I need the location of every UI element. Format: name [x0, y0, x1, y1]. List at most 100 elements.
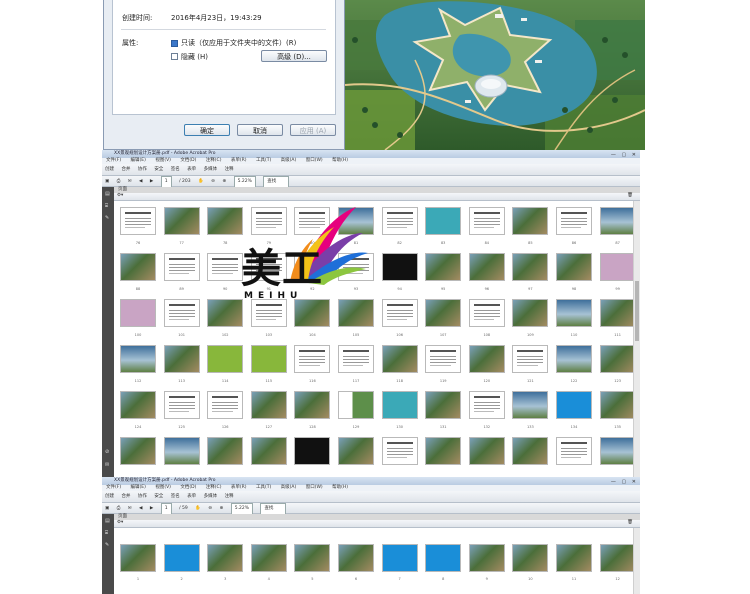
prev-page-icon[interactable]: ◀	[139, 177, 142, 187]
page-thumbnail[interactable]	[294, 437, 331, 465]
next-page-icon[interactable]: ▶	[150, 504, 153, 514]
menu-comments[interactable]: 注释(C)	[206, 158, 222, 163]
page-thumbnail[interactable]	[425, 391, 462, 419]
zoom-in-icon[interactable]: ⊕	[219, 504, 223, 514]
page-thumbnail[interactable]	[381, 544, 418, 572]
page-thumbnail[interactable]	[163, 345, 200, 373]
scroll-thumb[interactable]	[635, 281, 639, 341]
page-thumbnail[interactable]	[425, 345, 462, 373]
page-thumbnail[interactable]	[381, 253, 418, 281]
ok-button[interactable]: 确定	[184, 124, 230, 136]
page-thumbnail[interactable]	[556, 253, 592, 281]
page-thumbnail[interactable]	[425, 437, 462, 465]
page-thumbnail[interactable]	[381, 345, 418, 373]
create-button[interactable]: 创建	[105, 491, 114, 502]
page-thumbnail[interactable]	[120, 299, 156, 327]
zoom-out-icon[interactable]: ⊖	[208, 504, 212, 514]
page-thumbnail[interactable]	[468, 544, 505, 572]
options-icon[interactable]: ⚙▾	[117, 520, 123, 525]
page-thumbnail[interactable]	[512, 253, 549, 281]
page-thumbnail[interactable]	[425, 207, 462, 235]
prev-page-icon[interactable]: ◀	[139, 504, 142, 514]
page-thumbnail[interactable]	[556, 299, 592, 327]
cancel-button[interactable]: 取消	[237, 124, 283, 136]
page-thumbnail[interactable]	[250, 391, 287, 419]
menu-tools[interactable]: 工具(T)	[256, 485, 271, 490]
menu-file[interactable]: 文件(F)	[106, 158, 121, 163]
delete-icon[interactable]: 🗑	[627, 520, 633, 525]
page-thumbnail[interactable]	[163, 544, 200, 572]
menu-forms[interactable]: 表单(R)	[231, 485, 247, 490]
page-thumbnail[interactable]	[381, 391, 418, 419]
page-thumbnail[interactable]	[338, 437, 374, 465]
page-thumbnail[interactable]	[512, 345, 549, 373]
page-thumbnail[interactable]	[250, 437, 287, 465]
forms-button[interactable]: 表单	[187, 491, 196, 502]
bookmarks-icon[interactable]: ⌸	[105, 530, 108, 536]
page-thumbnail[interactable]	[338, 544, 374, 572]
page-thumbnail[interactable]	[381, 207, 418, 235]
menu-file[interactable]: 文件(F)	[106, 485, 121, 490]
collaborate-button[interactable]: 协作	[138, 491, 147, 502]
menu-document[interactable]: 文档(D)	[180, 158, 196, 163]
next-page-icon[interactable]: ▶	[150, 177, 153, 187]
menu-view[interactable]: 视图(V)	[155, 158, 171, 163]
page-thumbnail[interactable]	[599, 437, 636, 465]
page-thumbnail[interactable]	[381, 299, 418, 327]
page-thumbnail[interactable]	[512, 391, 549, 419]
page-thumbnail[interactable]	[599, 345, 636, 373]
page-thumbnail[interactable]	[425, 299, 462, 327]
comments-icon[interactable]: ✉	[105, 462, 109, 468]
multimedia-button[interactable]: 多媒体	[204, 491, 218, 502]
combine-button[interactable]: 合并	[121, 491, 130, 502]
page-thumbnail[interactable]	[338, 345, 374, 373]
page-thumbnail[interactable]	[512, 437, 549, 465]
page-thumbnail[interactable]	[120, 391, 156, 419]
menu-forms[interactable]: 表单(R)	[231, 158, 247, 163]
page-thumbnail[interactable]	[163, 391, 200, 419]
page-thumbnail[interactable]	[599, 253, 636, 281]
vertical-scrollbar[interactable]	[633, 201, 640, 477]
save-icon[interactable]: ▣	[105, 504, 109, 514]
print-icon[interactable]: ⎙	[117, 177, 121, 187]
options-icon[interactable]: ⚙▾	[117, 193, 123, 198]
secure-button[interactable]: 安全	[154, 164, 163, 175]
page-thumbnail[interactable]	[294, 544, 331, 572]
page-thumbnail[interactable]	[207, 544, 244, 572]
page-thumbnail[interactable]	[599, 299, 636, 327]
menu-edit[interactable]: 编辑(E)	[131, 485, 146, 490]
zoom-out-icon[interactable]: ⊖	[211, 177, 215, 187]
page-thumbnail[interactable]	[556, 207, 592, 235]
menu-document[interactable]: 文档(D)	[180, 485, 196, 490]
combine-button[interactable]: 合并	[121, 164, 130, 175]
sign-button[interactable]: 签名	[171, 164, 180, 175]
page-thumbnail[interactable]	[599, 391, 636, 419]
attachments-icon[interactable]: ⊘	[105, 449, 109, 455]
hidden-checkbox[interactable]	[171, 53, 178, 60]
page-thumbnail[interactable]	[468, 345, 505, 373]
hand-tool-icon[interactable]: ✋	[198, 177, 204, 187]
page-thumbnail[interactable]	[120, 253, 156, 281]
page-thumbnail[interactable]	[163, 437, 200, 465]
page-thumbnail[interactable]	[468, 299, 505, 327]
sign-button[interactable]: 签名	[171, 491, 180, 502]
page-thumbnail[interactable]	[338, 391, 374, 419]
apply-button[interactable]: 应用 (A)	[290, 124, 336, 136]
collaborate-button[interactable]: 协作	[138, 164, 147, 175]
page-thumbnail[interactable]	[512, 544, 549, 572]
page-thumbnail[interactable]	[381, 437, 418, 465]
page-thumbnail[interactable]	[599, 207, 636, 235]
page-thumbnail[interactable]	[468, 253, 505, 281]
page-thumbnail[interactable]	[120, 345, 156, 373]
save-icon[interactable]: ▣	[105, 177, 109, 187]
menu-comments[interactable]: 注释(C)	[206, 485, 222, 490]
page-thumbnail[interactable]	[425, 544, 462, 572]
advanced-button[interactable]: 高级 (D)...	[261, 50, 327, 62]
readonly-checkbox[interactable]	[171, 40, 178, 47]
page-thumbnail[interactable]	[294, 391, 331, 419]
hand-tool-icon[interactable]: ✋	[195, 504, 201, 514]
page-thumbnail[interactable]	[468, 437, 505, 465]
page-thumbnail[interactable]	[512, 299, 549, 327]
menu-help[interactable]: 帮助(H)	[332, 485, 348, 490]
delete-icon[interactable]: 🗑	[627, 193, 633, 198]
